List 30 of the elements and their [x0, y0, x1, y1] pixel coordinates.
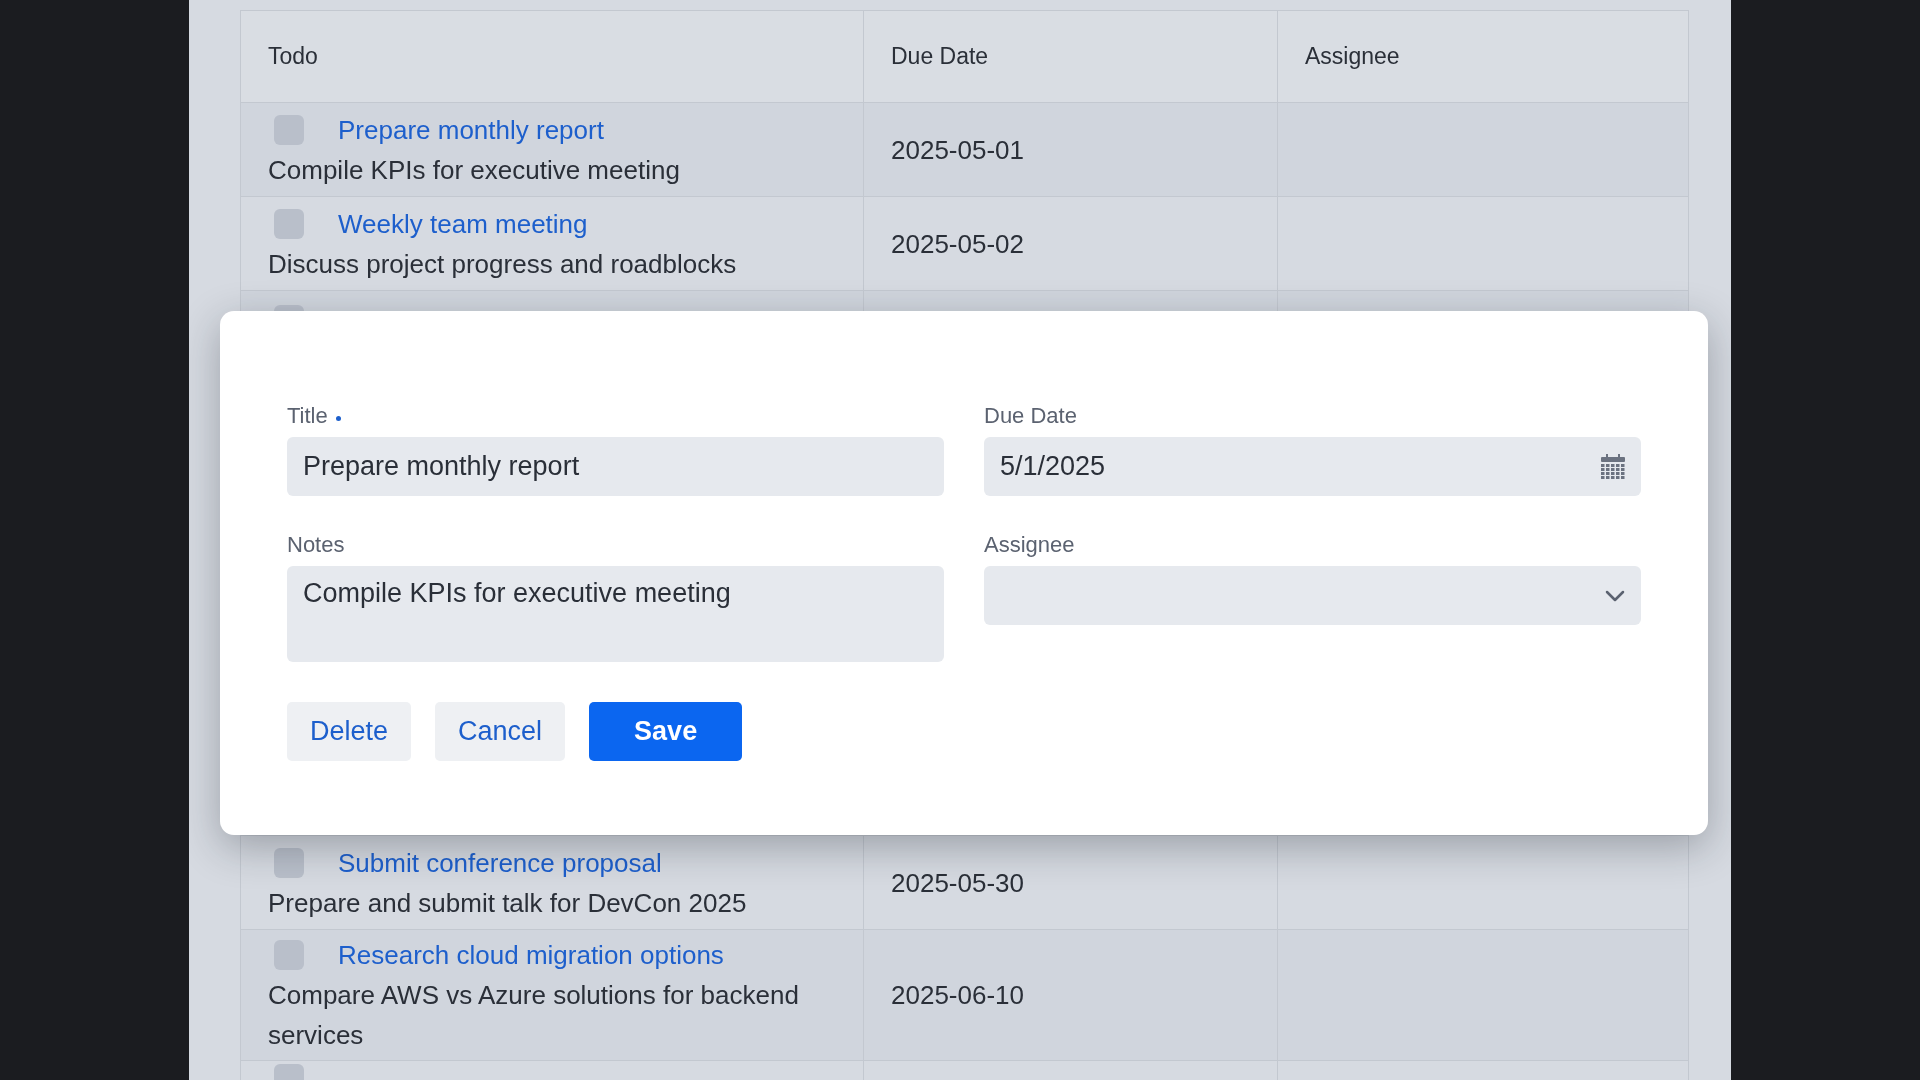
column-header: Assignee: [1277, 10, 1689, 103]
column-header: Todo: [240, 10, 864, 103]
field-label: Notes: [287, 532, 345, 558]
due-date: 2025-05-01: [891, 134, 1024, 165]
title-input-field[interactable]: Prepare monthly report: [287, 437, 944, 496]
date-input-field[interactable]: 5/1/2025: [984, 437, 1641, 496]
dialog-button[interactable]: Delete: [287, 702, 412, 761]
due-date: 2025-05-02: [891, 228, 1024, 259]
todo-notes: Discuss project progress and roadblocks: [268, 247, 738, 281]
due-date: 2025-06-10: [891, 980, 1024, 1010]
column-header: Due Date: [863, 10, 1278, 103]
field-label: Title: [287, 403, 328, 429]
field-label: Assignee: [984, 532, 1075, 558]
save-button[interactable]: Save: [589, 702, 743, 761]
todo-title-link[interactable]: Prepare monthly report: [338, 109, 604, 150]
checkbox[interactable]: [274, 208, 304, 239]
chevron-down-icon: [1605, 589, 1625, 602]
dialog-button[interactable]: Cancel: [435, 702, 566, 761]
todo-title-link[interactable]: Research cloud migration options: [338, 935, 724, 975]
todo-notes: Prepare and submit talk for DevCon 2025: [268, 886, 748, 920]
due-date: 2025-05-30: [891, 867, 1024, 898]
assignee-dropdown[interactable]: [984, 566, 1641, 625]
todo-title-link[interactable]: Submit conference proposal: [338, 842, 662, 883]
todo-title-link[interactable]: Weekly team meeting: [338, 203, 588, 244]
calendar-icon[interactable]: [1601, 453, 1625, 480]
todo-notes: Compare AWS vs Azure solutions for backend services: [268, 979, 800, 1052]
notes-text-area[interactable]: Compile KPIs for executive meeting: [287, 566, 944, 662]
todo-notes: Compile KPIs for executive meeting: [268, 153, 681, 187]
field-label: Due Date: [984, 403, 1077, 429]
checkbox[interactable]: [274, 847, 304, 878]
